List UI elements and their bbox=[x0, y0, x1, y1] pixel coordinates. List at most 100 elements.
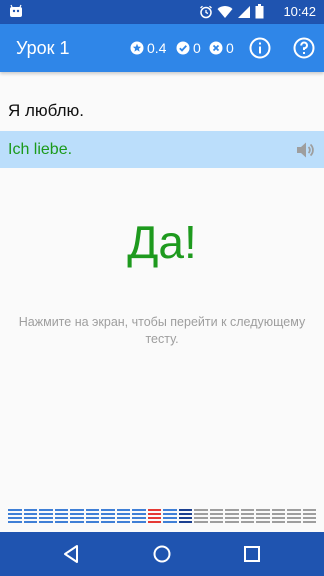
progress-segment-line bbox=[271, 521, 285, 523]
progress-segment-line bbox=[101, 513, 115, 515]
progress-segment bbox=[287, 509, 301, 527]
recents-icon[interactable] bbox=[241, 543, 263, 565]
speaker-icon[interactable] bbox=[294, 139, 316, 161]
progress-segment bbox=[256, 509, 270, 527]
progress-segment-line bbox=[85, 509, 99, 511]
progress-segment-line bbox=[147, 517, 161, 519]
progress-segment bbox=[163, 509, 177, 527]
progress-segment-line bbox=[271, 513, 285, 515]
result-text: Да! bbox=[127, 216, 197, 268]
progress-segment-line bbox=[147, 521, 161, 523]
answer-row: Ich liebe. bbox=[0, 131, 324, 168]
signal-icon bbox=[238, 5, 250, 18]
progress-segment-line bbox=[147, 513, 161, 515]
progress-segment-line bbox=[225, 521, 239, 523]
progress-segment-line bbox=[194, 521, 208, 523]
progress-segment-line bbox=[178, 521, 192, 523]
progress-segment-line bbox=[256, 513, 270, 515]
progress-segment-line bbox=[302, 513, 316, 515]
progress-segment bbox=[39, 509, 53, 527]
app-bar: Урок 1 0.4 0 0 bbox=[0, 24, 324, 72]
progress-segment-line bbox=[287, 521, 301, 523]
progress-segment-line bbox=[8, 513, 22, 515]
progress-segment-line bbox=[101, 509, 115, 511]
progress-segment-line bbox=[256, 521, 270, 523]
help-icon[interactable] bbox=[292, 36, 316, 60]
progress-segment-line bbox=[23, 521, 37, 523]
progress-segment bbox=[147, 509, 161, 527]
progress-segment-line bbox=[147, 509, 161, 511]
progress-segment-line bbox=[163, 521, 177, 523]
wrong-count: 0 bbox=[226, 40, 234, 56]
continue-hint[interactable]: Нажмите на экран, чтобы перейти к следую… bbox=[12, 314, 312, 348]
progress-segment-line bbox=[287, 513, 301, 515]
info-icon[interactable] bbox=[248, 36, 272, 60]
progress-segment-line bbox=[70, 513, 84, 515]
progress-segment-line bbox=[225, 513, 239, 515]
progress-segment-line bbox=[85, 521, 99, 523]
progress-segment-line bbox=[39, 513, 53, 515]
progress-segment-line bbox=[178, 513, 192, 515]
progress-segment-line bbox=[225, 509, 239, 511]
progress-segment bbox=[101, 509, 115, 527]
progress-segment-line bbox=[54, 513, 68, 515]
answer-text: Ich liebe. bbox=[8, 141, 73, 158]
progress-segment-line bbox=[209, 513, 223, 515]
progress-segment-line bbox=[194, 509, 208, 511]
progress-segment bbox=[132, 509, 146, 527]
battery-icon bbox=[255, 4, 264, 19]
clock: 10:42 bbox=[283, 4, 316, 19]
lesson-progress bbox=[8, 509, 316, 527]
progress-segment-line bbox=[23, 513, 37, 515]
x-circle-icon bbox=[209, 41, 223, 55]
progress-segment-line bbox=[240, 521, 254, 523]
progress-segment-line bbox=[287, 517, 301, 519]
progress-segment bbox=[178, 509, 192, 527]
progress-segment-line bbox=[54, 509, 68, 511]
progress-segment-line bbox=[70, 509, 84, 511]
progress-segment bbox=[194, 509, 208, 527]
wifi-icon bbox=[217, 5, 233, 18]
progress-segment-line bbox=[240, 513, 254, 515]
lesson-title: Урок 1 bbox=[16, 38, 70, 58]
nav-bar bbox=[0, 532, 324, 576]
prompt-text: Я люблю. bbox=[8, 101, 85, 120]
progress-segment bbox=[23, 509, 37, 527]
correct-count: 0 bbox=[193, 40, 201, 56]
progress-segment-line bbox=[8, 521, 22, 523]
progress-segment bbox=[271, 509, 285, 527]
back-icon[interactable] bbox=[61, 543, 83, 565]
progress-segment-line bbox=[116, 513, 130, 515]
progress-segment-line bbox=[85, 517, 99, 519]
progress-segment-line bbox=[101, 517, 115, 519]
check-circle-icon bbox=[176, 41, 190, 55]
progress-segment-line bbox=[209, 517, 223, 519]
progress-segment-line bbox=[70, 517, 84, 519]
alarm-icon bbox=[200, 5, 212, 18]
progress-segment-line bbox=[39, 521, 53, 523]
home-icon[interactable] bbox=[151, 543, 173, 565]
progress-segment-line bbox=[39, 509, 53, 511]
progress-segment-line bbox=[70, 521, 84, 523]
progress-segment-line bbox=[256, 517, 270, 519]
progress-segment-line bbox=[225, 517, 239, 519]
progress-segment-line bbox=[302, 509, 316, 511]
progress-segment-line bbox=[116, 521, 130, 523]
progress-segment bbox=[54, 509, 68, 527]
score-value: 0.4 bbox=[147, 40, 167, 56]
progress-segment-line bbox=[302, 521, 316, 523]
star-icon bbox=[130, 41, 144, 55]
progress-segment-line bbox=[240, 509, 254, 511]
progress-segment-line bbox=[85, 513, 99, 515]
progress-segment bbox=[85, 509, 99, 527]
progress-segment-line bbox=[163, 513, 177, 515]
progress-segment-line bbox=[194, 517, 208, 519]
progress-segment-line bbox=[271, 517, 285, 519]
progress-segment-line bbox=[132, 517, 146, 519]
progress-segment-line bbox=[132, 513, 146, 515]
progress-segment-line bbox=[163, 517, 177, 519]
progress-segment-line bbox=[39, 517, 53, 519]
progress-segment-line bbox=[287, 509, 301, 511]
progress-segment bbox=[70, 509, 84, 527]
progress-segment-line bbox=[178, 509, 192, 511]
